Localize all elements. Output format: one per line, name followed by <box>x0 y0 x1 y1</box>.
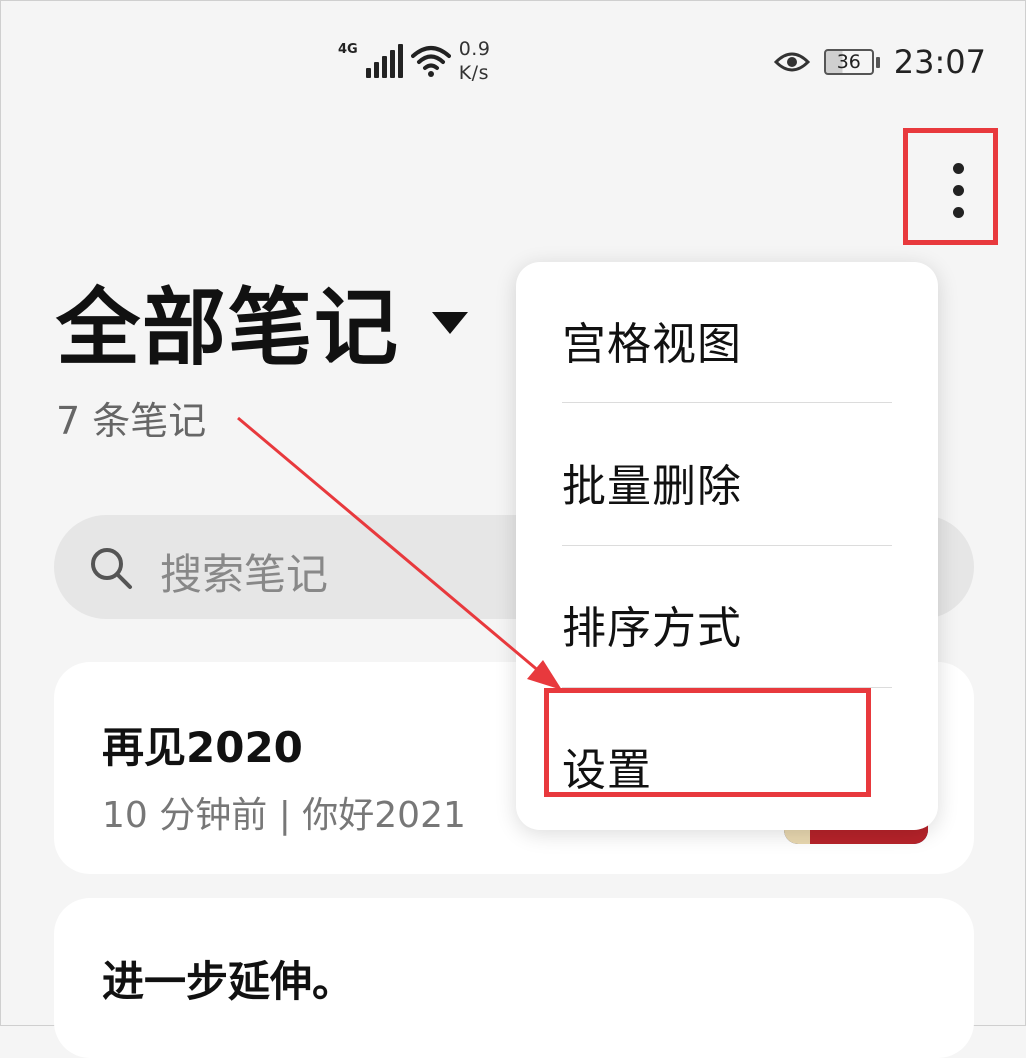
annotation-arrow <box>237 416 562 690</box>
